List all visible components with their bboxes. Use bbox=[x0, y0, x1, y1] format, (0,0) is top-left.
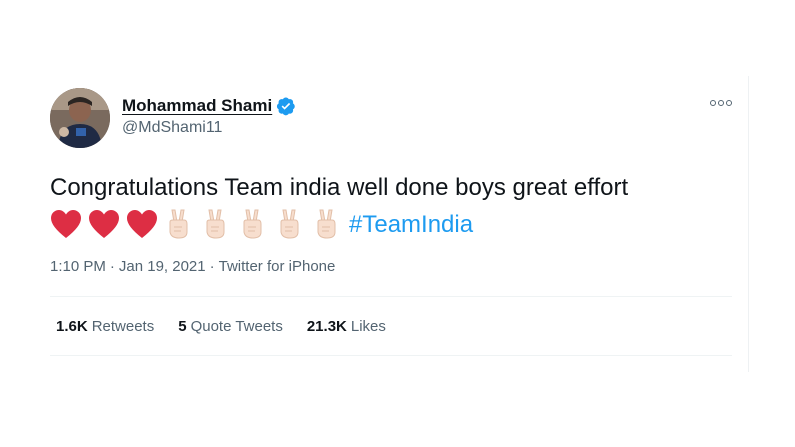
author-handle[interactable]: @MdShami11 bbox=[122, 119, 296, 137]
tweet-source[interactable]: Twitter for iPhone bbox=[219, 258, 336, 275]
tweet-date[interactable]: Jan 19, 2021 bbox=[119, 258, 206, 275]
meta-separator: · bbox=[209, 258, 215, 275]
victory-hand-icon bbox=[201, 208, 229, 240]
author-names: Mohammad Shami @MdShami11 bbox=[122, 94, 296, 137]
retweets-label: Retweets bbox=[91, 318, 155, 335]
likes-stat[interactable]: 21.3K Likes bbox=[307, 318, 386, 335]
red-heart-icon bbox=[88, 209, 120, 239]
quote-tweets-count: 5 bbox=[178, 318, 187, 335]
hashtag-link[interactable]: #TeamIndia bbox=[349, 207, 473, 242]
quote-tweets-label: Quote Tweets bbox=[190, 318, 283, 335]
more-dot bbox=[726, 100, 732, 106]
avatar[interactable] bbox=[50, 88, 110, 148]
quote-tweets-stat[interactable]: 5 Quote Tweets bbox=[178, 318, 283, 335]
victory-hand-icon bbox=[164, 208, 192, 240]
more-options-icon[interactable] bbox=[710, 96, 732, 110]
tweet-meta: 1:10 PM · Jan 19, 2021 · Twitter for iPh… bbox=[50, 258, 335, 275]
victory-hand-icon bbox=[275, 208, 303, 240]
verified-badge-icon bbox=[276, 96, 296, 116]
stats-divider-bottom bbox=[50, 355, 732, 356]
tweet-header: Mohammad Shami @MdShami11 bbox=[48, 82, 732, 148]
victory-hand-icon bbox=[312, 208, 340, 240]
victory-hand-icon bbox=[238, 208, 266, 240]
tweet-text: Congratulations Team india well done boy… bbox=[50, 174, 629, 201]
avatar-photo bbox=[50, 88, 110, 148]
more-dot bbox=[710, 100, 716, 106]
red-heart-icon bbox=[50, 209, 82, 239]
red-heart-icon bbox=[126, 209, 158, 239]
stats-divider-top bbox=[50, 296, 732, 297]
tweet-card: Mohammad Shami @MdShami11 Congratulation… bbox=[48, 82, 732, 356]
meta-separator: · bbox=[109, 258, 115, 275]
display-name-row: Mohammad Shami bbox=[122, 94, 296, 118]
more-dot bbox=[718, 100, 724, 106]
tweet-stats: 1.6K Retweets 5 Quote Tweets 21.3K Likes bbox=[56, 318, 386, 335]
page-divider bbox=[748, 76, 749, 372]
likes-count: 21.3K bbox=[306, 318, 347, 335]
likes-label: Likes bbox=[350, 318, 386, 335]
tweet-time[interactable]: 1:10 PM bbox=[50, 258, 106, 275]
retweets-stat[interactable]: 1.6K Retweets bbox=[56, 318, 154, 335]
author-display-name[interactable]: Mohammad Shami bbox=[122, 96, 272, 116]
retweets-count: 1.6K bbox=[56, 318, 88, 335]
emoji-row: #TeamIndia bbox=[50, 205, 740, 243]
tweet-body: Congratulations Team india well done boy… bbox=[50, 170, 740, 243]
